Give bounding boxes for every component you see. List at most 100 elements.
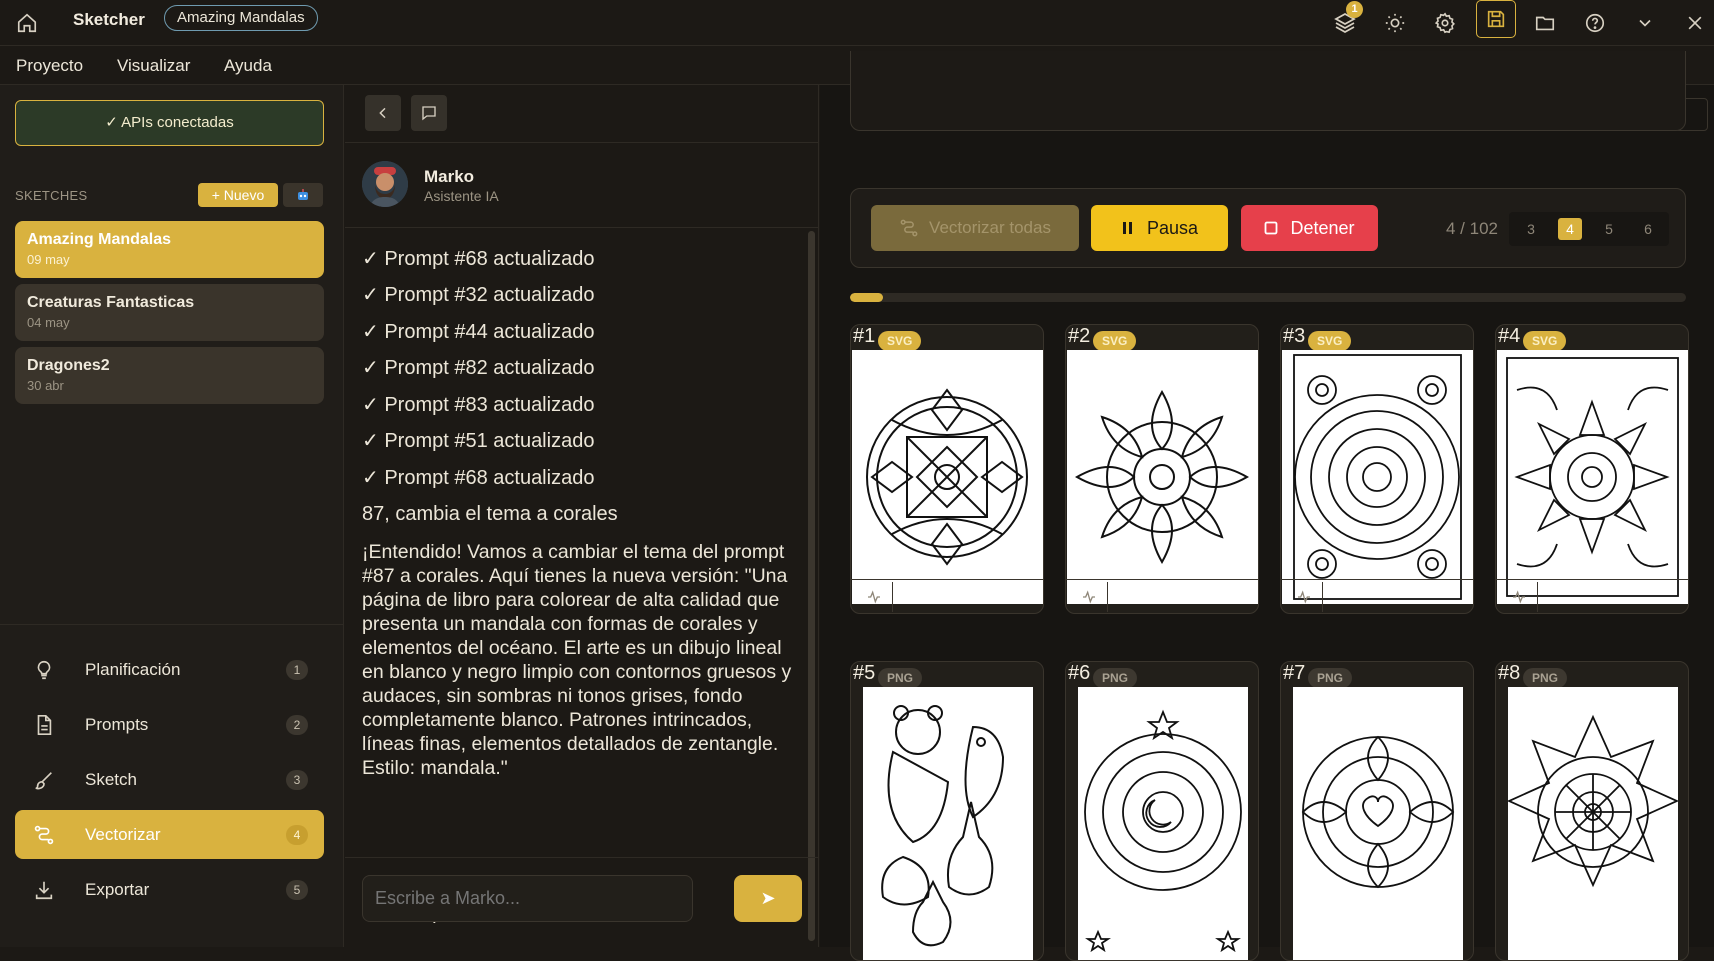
assistant-header-divider — [345, 227, 819, 228]
nav-prompts[interactable]: Prompts 2 — [15, 700, 324, 749]
pause-label: Pausa — [1146, 217, 1199, 238]
card-footer — [1281, 579, 1473, 613]
nav-exportar[interactable]: Exportar 5 — [15, 865, 324, 914]
sidebar: ✓ APIs conectadas SKETCHES + Nuevo Amazi… — [0, 85, 344, 947]
mandala-image-star[interactable] — [1508, 687, 1678, 960]
mandala-image-leaf[interactable] — [1497, 350, 1688, 604]
image-card-6[interactable]: #6 PNG — [1065, 661, 1259, 961]
image-card-4[interactable]: #4 SVG — [1495, 324, 1689, 614]
coloring-image-animals[interactable] — [863, 687, 1033, 960]
sketch-item-amazing-mandalas[interactable]: Amazing Mandalas 09 may — [15, 221, 324, 278]
nav-badge: 4 — [286, 824, 308, 845]
nav-badge: 2 — [286, 714, 308, 735]
avatar — [362, 161, 408, 207]
format-badge: PNG — [1093, 668, 1138, 688]
card-footer — [851, 579, 1043, 613]
image-number: #8 — [1498, 662, 1521, 684]
app-name: Sketcher — [73, 10, 145, 29]
chat-message: ✓ Prompt #83 actualizado — [362, 394, 595, 416]
page-button-5[interactable]: 5 — [1597, 218, 1621, 240]
stop-button[interactable]: Detener — [1241, 205, 1378, 251]
menu-ayuda[interactable]: Ayuda — [224, 56, 272, 76]
format-badge: SVG — [1308, 331, 1352, 351]
sketch-title: Dragones2 — [27, 357, 110, 374]
image-card-2[interactable]: #2 SVG — [1065, 324, 1259, 614]
progress-fill — [850, 293, 884, 302]
folder-icon[interactable] — [1529, 7, 1561, 39]
sketch-title: Creaturas Fantasticas — [27, 294, 195, 311]
help-icon[interactable] — [1579, 7, 1611, 39]
sketch-item-creaturas-fantasticas[interactable]: Creaturas Fantasticas 04 may — [15, 284, 324, 341]
vectorize-all-button[interactable]: Vectorizar todas — [871, 205, 1079, 251]
robot-icon — [298, 189, 308, 200]
home-icon[interactable] — [11, 7, 43, 39]
image-number: #1 — [853, 325, 876, 347]
image-card-7[interactable]: #7 PNG — [1280, 661, 1474, 961]
document-icon — [29, 710, 59, 740]
mandala-image-spirals[interactable] — [1282, 350, 1473, 604]
save-button[interactable] — [1476, 0, 1516, 38]
mandala-image-flower[interactable] — [1067, 350, 1258, 604]
page-button-6[interactable]: 6 — [1636, 218, 1660, 240]
new-sketch-button[interactable]: + Nuevo — [198, 183, 278, 207]
chat-message: ✓ Prompt #32 actualizado — [362, 284, 595, 306]
sketch-item-dragones2[interactable]: Dragones2 30 abr — [15, 347, 324, 404]
menu-proyecto[interactable]: Proyecto — [16, 56, 83, 76]
page-button-3[interactable]: 3 — [1519, 218, 1543, 240]
format-badge: PNG — [1523, 668, 1568, 688]
image-card-1[interactable]: #1 SVG — [850, 324, 1044, 614]
mandala-image-celtic-knot[interactable] — [852, 350, 1043, 604]
card-footer — [1496, 579, 1688, 613]
chat-input[interactable] — [362, 875, 693, 922]
sun-icon[interactable] — [1379, 7, 1411, 39]
page-button-4[interactable]: 4 — [1558, 218, 1582, 240]
previous-section-edge — [850, 51, 1686, 131]
nav-vectorizar[interactable]: Vectorizar 4 — [15, 810, 324, 859]
nav-badge: 1 — [286, 659, 308, 680]
import-button[interactable] — [283, 183, 323, 207]
image-card-3[interactable]: #3 SVG — [1280, 324, 1474, 614]
progress-counter: 4 / 102 — [1446, 219, 1498, 238]
image-card-5[interactable]: #5 PNG — [850, 661, 1044, 961]
chat-toggle-button[interactable] — [411, 95, 447, 131]
menu-visualizar[interactable]: Visualizar — [117, 56, 190, 76]
mandala-image-heart[interactable] — [1293, 687, 1463, 960]
chat-message: ¡Entendido! Vamos a cambiar el tema del … — [362, 541, 792, 779]
stop-label: Detener — [1290, 217, 1355, 238]
chat-scrollbar-thumb[interactable] — [808, 231, 815, 941]
sketch-date: 09 may — [27, 252, 70, 267]
image-card-8[interactable]: #8 PNG — [1495, 661, 1689, 961]
activity-icon[interactable] — [1285, 582, 1323, 612]
nav-sketch[interactable]: Sketch 3 — [15, 755, 324, 804]
sidebar-divider — [0, 624, 344, 625]
nav-label: Sketch — [85, 769, 137, 789]
lightbulb-icon — [29, 655, 59, 685]
sketch-title: Amazing Mandalas — [27, 231, 172, 248]
nav-label: Prompts — [85, 714, 149, 734]
format-badge: PNG — [878, 668, 923, 688]
image-number: #2 — [1068, 325, 1091, 347]
nav-planificacion[interactable]: Planificación 1 — [15, 645, 324, 694]
gear-icon[interactable] — [1429, 7, 1461, 39]
nav-badge: 3 — [286, 769, 308, 790]
collapse-button[interactable] — [365, 95, 401, 131]
progress-bar — [850, 293, 1686, 302]
activity-icon[interactable] — [1070, 582, 1108, 612]
send-button[interactable]: ➤ — [734, 875, 802, 922]
image-number: #6 — [1068, 662, 1091, 684]
sketches-heading: SKETCHES — [15, 188, 88, 203]
format-badge: PNG — [1308, 668, 1353, 688]
close-icon[interactable] — [1679, 7, 1711, 39]
chevron-down-icon[interactable] — [1629, 7, 1661, 39]
pause-button[interactable]: Pausa — [1091, 205, 1228, 251]
pagination: 3 4 5 6 — [1509, 212, 1669, 246]
vector-path-icon — [29, 820, 59, 850]
api-status-button[interactable]: ✓ APIs conectadas — [15, 100, 324, 146]
activity-icon[interactable] — [855, 582, 893, 612]
chat-message: 87, cambia el tema a corales — [362, 503, 618, 525]
mandala-image-moon-stars[interactable] — [1078, 687, 1248, 960]
nav-badge: 5 — [286, 879, 308, 900]
activity-icon[interactable] — [1500, 582, 1538, 612]
assistant-role: Asistente IA — [424, 188, 499, 204]
project-pill[interactable]: Amazing Mandalas — [164, 5, 318, 31]
